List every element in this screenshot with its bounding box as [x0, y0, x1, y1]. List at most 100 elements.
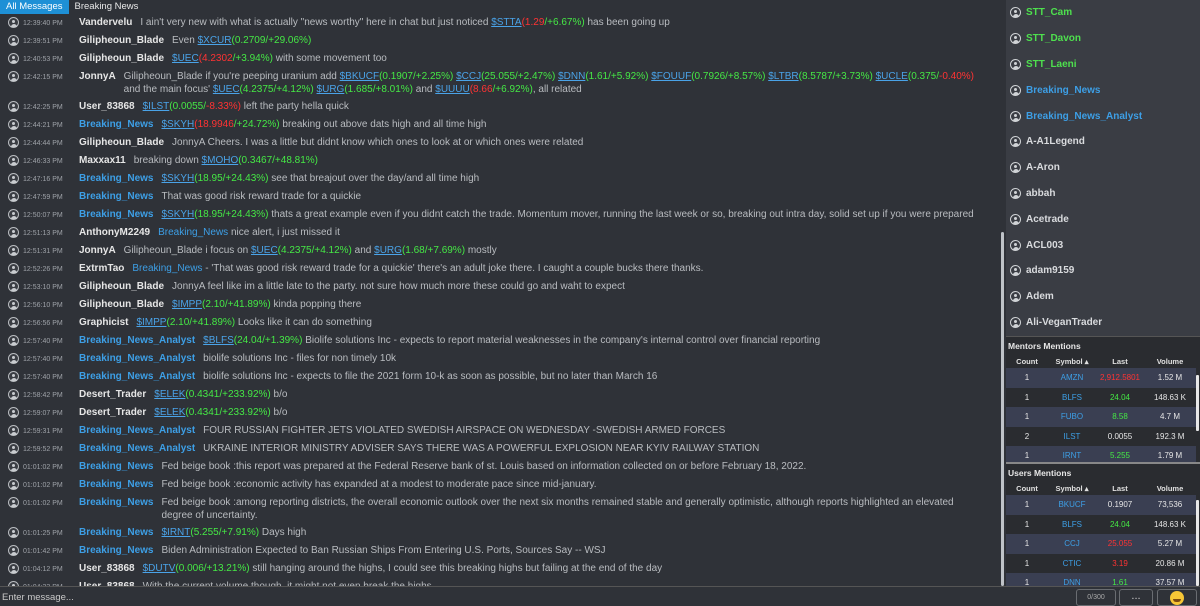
cell-symbol[interactable]: ILST [1048, 426, 1096, 446]
ticker-link[interactable]: $BLFS [203, 335, 234, 346]
ticker-link[interactable]: $FOUUF [651, 71, 691, 82]
column-header-last[interactable]: Last [1096, 481, 1144, 495]
message-username[interactable]: Breaking_News [79, 544, 153, 557]
user-list-item[interactable]: Ali-VeganTrader [1006, 310, 1200, 333]
message-input[interactable] [0, 588, 1072, 606]
user-mention[interactable]: Breaking_News [158, 227, 228, 238]
table-row[interactable]: 1 BLFS 24.04 148.63 K [1006, 387, 1196, 407]
user-list-item[interactable]: Adem [1006, 284, 1200, 310]
column-header-count[interactable]: Count [1006, 354, 1048, 368]
user-mention[interactable]: Breaking_News [132, 263, 202, 274]
message-username[interactable]: User_83868 [79, 562, 135, 575]
message-username[interactable]: Breaking_News [79, 190, 153, 203]
users-mentions-scrollbar[interactable] [1196, 500, 1199, 586]
column-header-volume[interactable]: Volume [1144, 481, 1196, 495]
ticker-link[interactable]: $BKUCF [340, 71, 379, 82]
cell-symbol[interactable]: CCJ [1048, 534, 1096, 554]
user-list-item[interactable]: A-A1Legend [1006, 129, 1200, 155]
ticker-link[interactable]: $ELEK [154, 407, 185, 418]
ticker-link[interactable]: $UEC [172, 53, 199, 64]
message-username[interactable]: Vandervelu [79, 16, 132, 29]
table-row[interactable]: 1 BKUCF 0.1907 73,536 [1006, 495, 1196, 515]
column-header-last[interactable]: Last [1096, 354, 1144, 368]
ticker-link[interactable]: $STTA [491, 17, 521, 28]
message-username[interactable]: Maxxax11 [79, 154, 126, 167]
user-avatar-icon[interactable] [8, 263, 19, 274]
message-username[interactable]: Breaking_News [79, 478, 153, 491]
user-list-item[interactable]: adam9159 [1006, 258, 1200, 284]
user-avatar-icon[interactable] [8, 191, 19, 202]
user-avatar-icon[interactable] [8, 563, 19, 574]
message-username[interactable]: JonnyA [79, 70, 116, 83]
cell-symbol[interactable]: BLFS [1048, 387, 1096, 407]
message-username[interactable]: Gilipheoun_Blade [79, 34, 164, 47]
user-avatar-icon[interactable] [8, 497, 19, 508]
message-username[interactable]: JonnyA [79, 244, 116, 257]
user-avatar-icon[interactable] [8, 371, 19, 382]
user-avatar-icon[interactable] [8, 353, 19, 364]
cell-symbol[interactable]: AMZN [1048, 368, 1096, 388]
message-username[interactable]: Breaking_News [79, 526, 153, 539]
ticker-link[interactable]: $MOHO [202, 155, 239, 166]
ticker-link[interactable]: $LTBR [768, 71, 798, 82]
user-list-item[interactable]: STT_Laeni [1006, 52, 1200, 78]
user-avatar-icon[interactable] [8, 101, 19, 112]
user-avatar-icon[interactable] [8, 443, 19, 454]
user-avatar-icon[interactable] [8, 527, 19, 538]
ticker-link[interactable]: $DUTV [143, 563, 176, 574]
message-username[interactable]: Desert_Trader [79, 388, 146, 401]
ticker-link[interactable]: $ILST [143, 101, 170, 112]
user-list-item[interactable]: STT_Cam [1006, 0, 1200, 26]
ticker-link[interactable]: $ELEK [154, 389, 185, 400]
table-row[interactable]: 2 ILST 0.0055 192.3 M [1006, 426, 1196, 446]
emoji-button[interactable] [1157, 589, 1197, 606]
more-options-button[interactable]: ... [1119, 589, 1153, 606]
message-username[interactable]: Breaking_News [79, 172, 153, 185]
user-avatar-icon[interactable] [8, 173, 19, 184]
message-username[interactable]: Breaking_News [79, 460, 153, 473]
user-avatar-icon[interactable] [8, 299, 19, 310]
user-list-item[interactable]: abbah [1006, 181, 1200, 207]
ticker-link[interactable]: $XCUR [198, 35, 232, 46]
ticker-link[interactable]: $IMPP [172, 299, 202, 310]
message-username[interactable]: Gilipheoun_Blade [79, 136, 164, 149]
user-list-item[interactable]: STT_Davon [1006, 26, 1200, 52]
message-username[interactable]: Desert_Trader [79, 406, 146, 419]
user-avatar-icon[interactable] [8, 35, 19, 46]
ticker-link[interactable]: $SKYH [161, 119, 194, 130]
message-list[interactable]: 12:39:40 PM Vandervelu I ain't very new wi… [0, 14, 1000, 586]
message-username[interactable]: AnthonyM2249 [79, 226, 150, 239]
cell-symbol[interactable]: BLFS [1048, 514, 1096, 534]
message-username[interactable]: Graphicist [79, 316, 128, 329]
user-avatar-icon[interactable] [8, 209, 19, 220]
ticker-link[interactable]: $IMPP [136, 317, 166, 328]
ticker-link[interactable]: $SKYH [161, 173, 194, 184]
ticker-link[interactable]: $CCJ [456, 71, 481, 82]
ticker-link[interactable]: $UUUU [435, 84, 469, 95]
message-username[interactable]: Breaking_News_Analyst [79, 334, 195, 347]
column-header-count[interactable]: Count [1006, 481, 1048, 495]
ticker-link[interactable]: $URG [317, 84, 345, 95]
ticker-link[interactable]: $IRNT [161, 527, 190, 538]
user-list-item[interactable]: Breaking_News [1006, 77, 1200, 103]
user-avatar-icon[interactable] [8, 425, 19, 436]
column-header-symbol[interactable]: Symbol ▴ [1048, 354, 1096, 368]
user-avatar-icon[interactable] [8, 119, 19, 130]
ticker-link[interactable]: $UEC [213, 84, 240, 95]
table-row[interactable]: 1 FUBO 8.58 4.7 M [1006, 407, 1196, 427]
user-avatar-icon[interactable] [8, 155, 19, 166]
ticker-link[interactable]: $SKYH [161, 209, 194, 220]
user-avatar-icon[interactable] [8, 479, 19, 490]
message-username[interactable]: Gilipheoun_Blade [79, 52, 164, 65]
user-avatar-icon[interactable] [8, 317, 19, 328]
message-username[interactable]: Breaking_News_Analyst [79, 370, 195, 383]
user-avatar-icon[interactable] [8, 407, 19, 418]
user-avatar-icon[interactable] [8, 137, 19, 148]
user-avatar-icon[interactable] [8, 461, 19, 472]
message-username[interactable]: Breaking_News [79, 118, 153, 131]
message-username[interactable]: Breaking_News [79, 496, 153, 509]
user-avatar-icon[interactable] [8, 281, 19, 292]
message-username[interactable]: User_83868 [79, 100, 135, 113]
column-header-symbol[interactable]: Symbol ▴ [1048, 481, 1096, 495]
cell-symbol[interactable]: FUBO [1048, 407, 1096, 427]
